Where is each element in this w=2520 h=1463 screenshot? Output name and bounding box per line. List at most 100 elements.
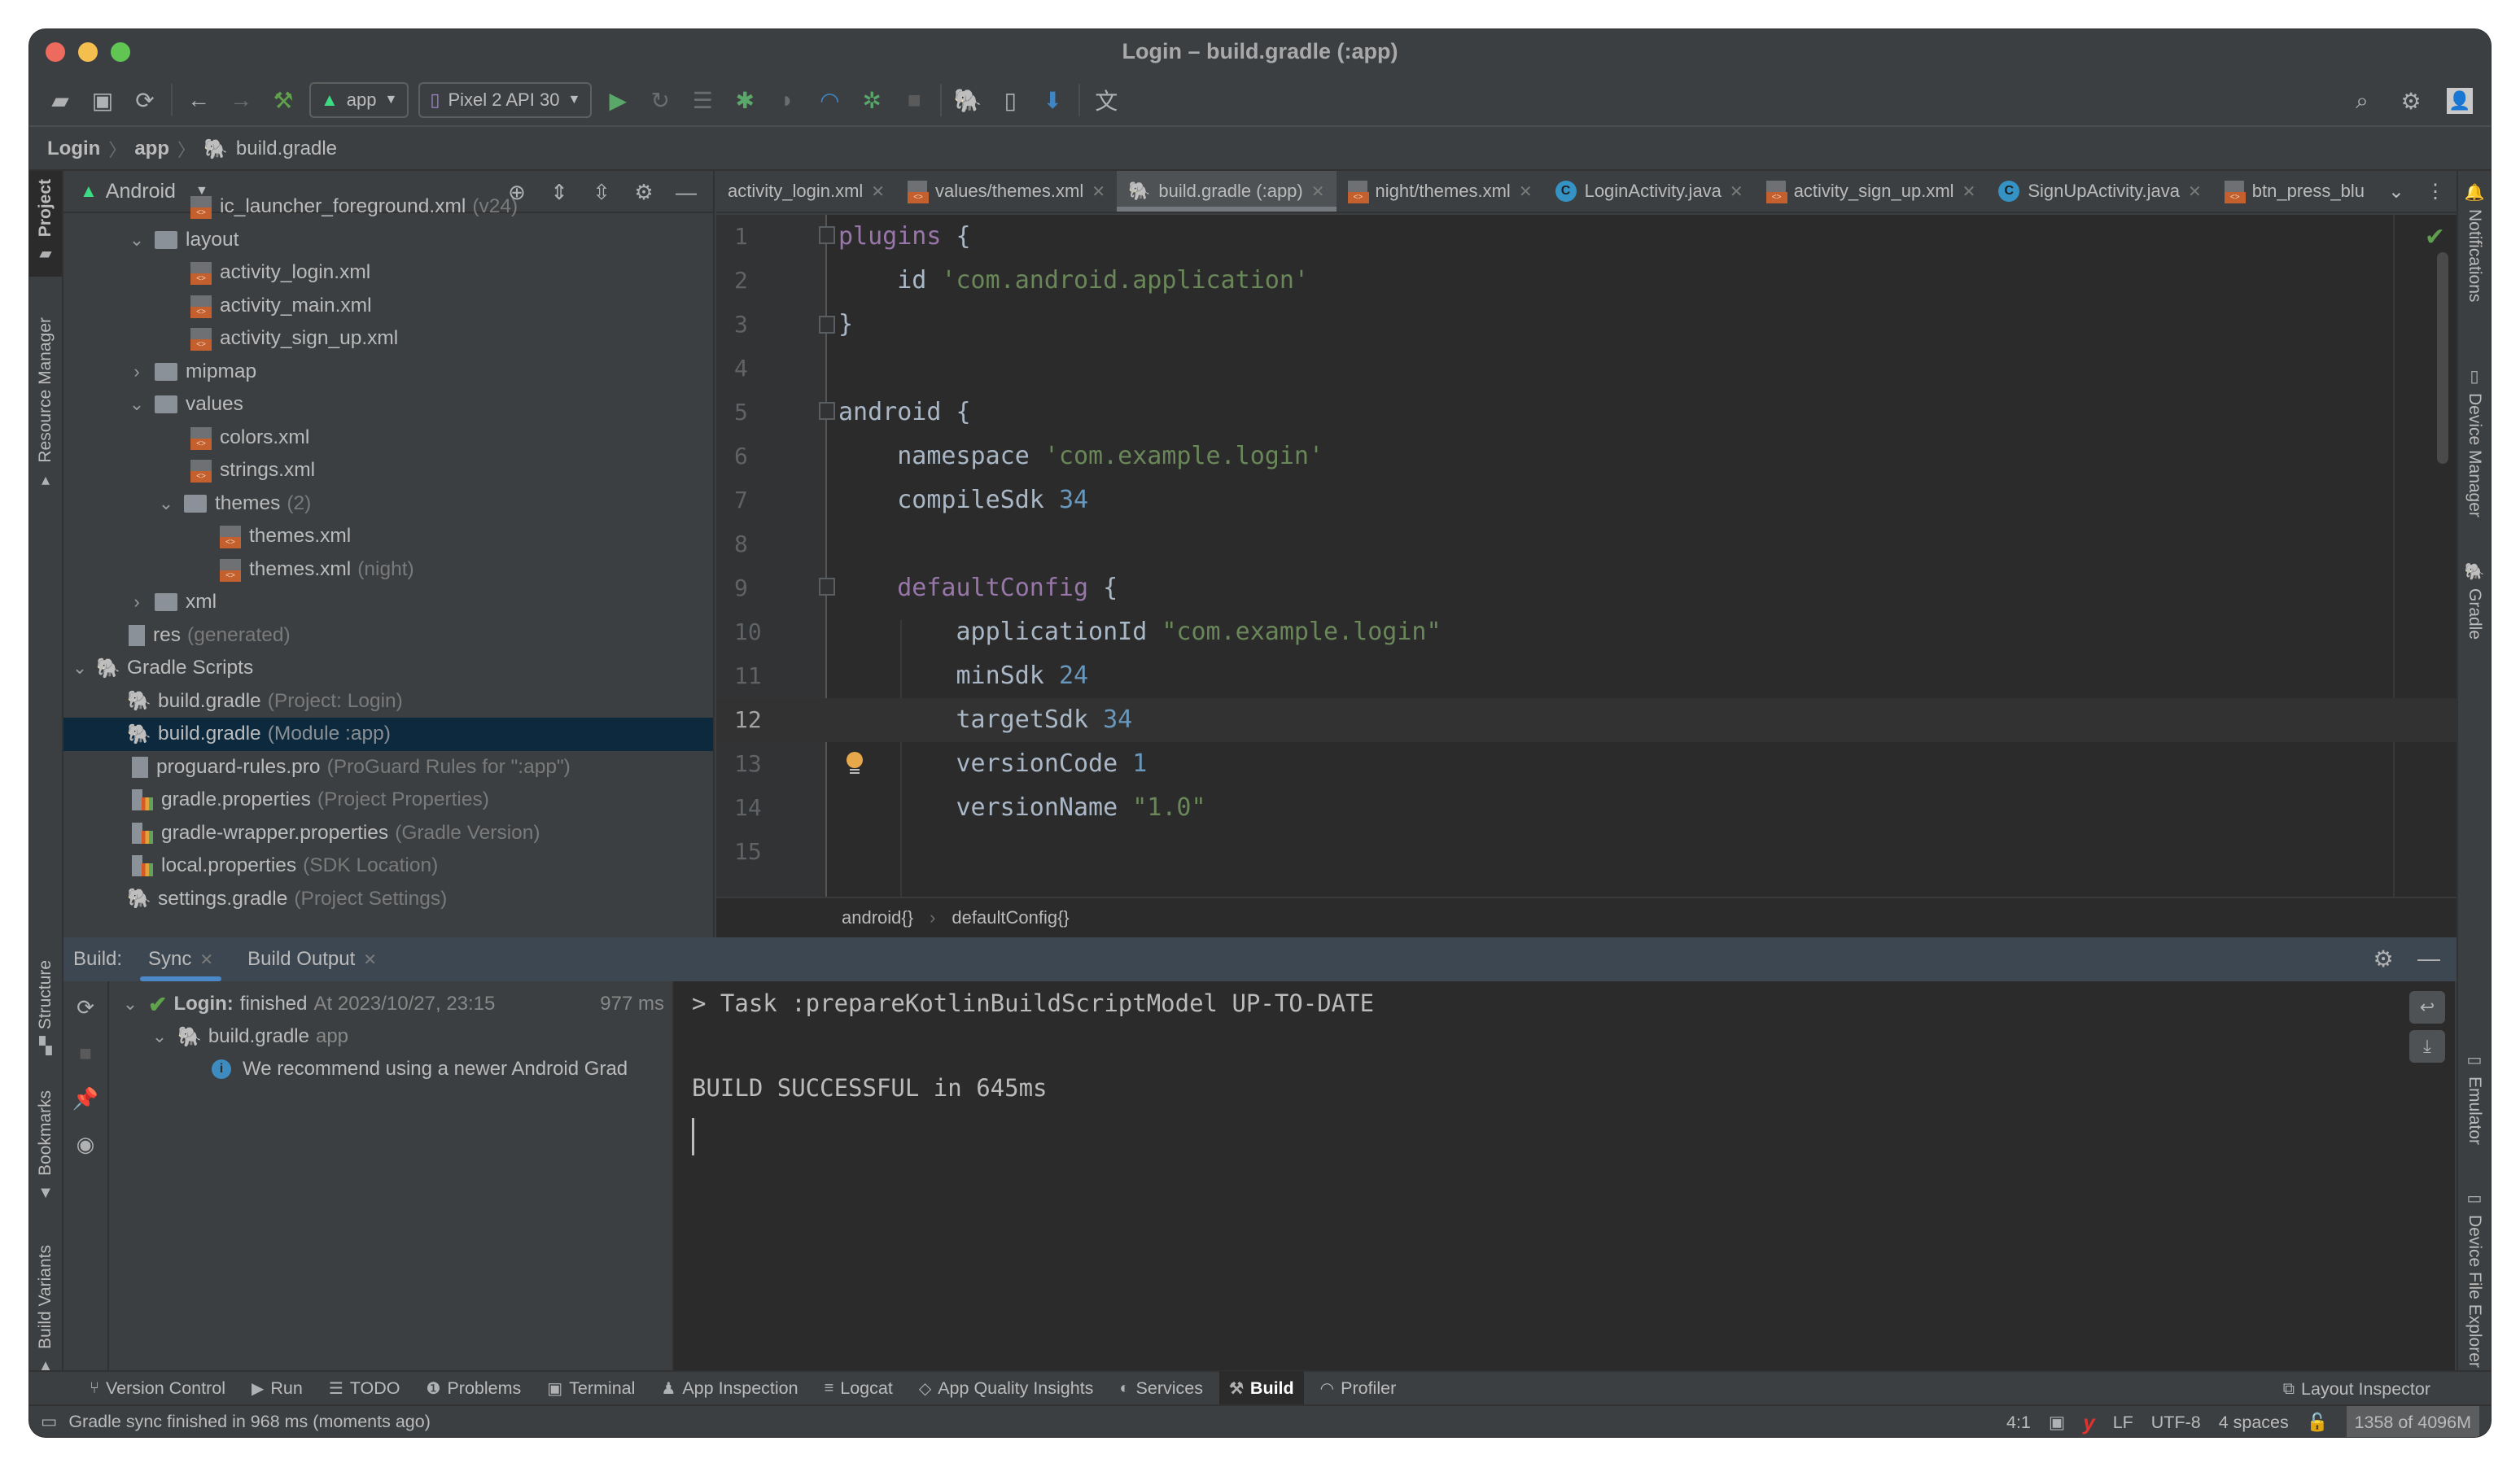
close-tab-icon[interactable]: ✕ [1092,181,1105,202]
tool-window-terminal[interactable]: ▣ Terminal [537,1371,645,1405]
tool-window-layout-inspector[interactable]: ⧉ Layout Inspector [2273,1372,2440,1406]
scroll-to-end-icon[interactable]: ⤓ [2409,1030,2445,1063]
editor-tab[interactable]: C SignUpActivity.java ✕ [1987,171,2212,212]
fold-icon[interactable] [819,402,835,420]
tool-window-problems[interactable]: ❶ Problems [417,1371,532,1405]
settings-icon[interactable]: ⚙ [2390,80,2432,122]
chevron-right-icon[interactable]: › [127,361,147,382]
tool-tab-bookmarks[interactable]: Bookmarks ▼ [29,1090,62,1202]
nav-crumb-project[interactable]: Login [47,138,100,160]
close-tab-icon[interactable]: ✕ [1962,181,1976,202]
no-problems-check-icon[interactable]: ✔ [2425,223,2445,251]
save-icon[interactable]: ▣ [81,79,124,121]
apply-code-changes-icon[interactable]: ☰ [681,79,724,121]
tree-item[interactable]: activity_sign_up.xml [63,322,713,356]
tree-item[interactable]: gradle.properties (Project Properties) [63,784,713,817]
inspections-icon[interactable]: ▣ [2049,1413,2065,1433]
device-manager-icon[interactable]: ▯ [989,79,1031,121]
fold-icon[interactable] [819,578,835,596]
back-icon[interactable]: ← [177,79,220,121]
build-console-output[interactable]: > Task :prepareKotlinBuildScriptModel UP… [672,981,2455,1370]
tree-item[interactable]: themes.xml (night) [63,553,713,587]
soft-wrap-icon[interactable]: ↩ [2409,991,2445,1024]
run-config-selector[interactable]: ▲ app ▼ [309,82,409,118]
tree-item[interactable]: local.properties (SDK Location) [63,849,713,883]
fold-icon[interactable] [819,316,835,334]
tree-item[interactable]: res (generated) [63,619,713,653]
editor-tab[interactable]: C LoginActivity.java ✕ [1544,171,1755,212]
tree-folder[interactable]: ⌄ 🐘 Gradle Scripts [63,652,713,685]
profile-icon[interactable]: ◠ [808,79,851,121]
fold-icon[interactable] [819,226,835,244]
tool-tab-device-file-explorer[interactable]: ▭ Device File Explorer [2458,1188,2491,1368]
build-tree-child[interactable]: ⌄ 🐘 build.gradle app [111,1020,671,1053]
stop-icon[interactable]: ■ [69,1038,102,1068]
indent-setting[interactable]: 4 spaces [2219,1413,2289,1433]
close-tab-icon[interactable]: ✕ [1519,181,1533,202]
editor-tab[interactable]: activity_login.xml ✕ [716,171,896,212]
tool-window-version-control[interactable]: ⑂ Version Control [80,1371,235,1405]
tool-window-profiler[interactable]: ◠ Profiler [1310,1371,1407,1405]
tree-folder[interactable]: › xml [63,586,713,619]
run-icon[interactable]: ▶ [597,79,639,121]
tree-item[interactable]: 🐘 build.gradle (Project: Login) [63,685,713,718]
editor-tab[interactable]: night/themes.xml ✕ [1337,171,1544,212]
resync-icon[interactable]: ⟳ [69,993,102,1022]
editor-scrollbar[interactable] [2437,252,2448,464]
close-tab-icon[interactable]: ✕ [2188,181,2202,202]
caret-position[interactable]: 4:1 [2006,1413,2031,1433]
tree-item[interactable]: activity_main.xml [63,290,713,323]
tool-tab-resource-manager[interactable]: Resource Manager ▴ [29,317,62,489]
tree-item[interactable]: themes.xml [63,520,713,553]
toggle-tool-windows-icon[interactable]: ▭ [41,1412,57,1432]
chevron-down-icon[interactable]: ⌄ [156,493,176,514]
tool-tab-build-variants[interactable]: Build Variants ▲ [29,1245,62,1375]
nav-crumb-file[interactable]: build.gradle [236,138,337,160]
close-tab-icon[interactable]: ✕ [363,950,377,970]
debug-icon[interactable]: ✱ [724,79,766,121]
lock-icon[interactable]: 🔓 [2307,1413,2329,1433]
apply-changes-icon[interactable]: ↻ [639,79,681,121]
tool-window-app-quality-insights[interactable]: ◇ App Quality Insights [909,1371,1104,1405]
tool-tab-structure[interactable]: Structure ▚ [29,960,62,1055]
tool-tab-notifications[interactable]: 🔔 Notifications [2458,182,2491,302]
search-icon[interactable]: ⌕ [2341,80,2383,122]
editor-tab[interactable]: activity_sign_up.xml ✕ [1755,171,1988,212]
open-folder-icon[interactable]: ▰ [39,79,81,121]
hide-panel-icon[interactable]: — [2414,944,2443,973]
tool-window-build[interactable]: ⚒ Build [1218,1371,1304,1405]
sync-icon[interactable]: ⟳ [124,79,166,121]
make-project-icon[interactable]: ⚒ [262,79,304,121]
tree-item[interactable]: activity_login.xml [63,256,713,290]
settings-icon[interactable]: ⚙ [2369,944,2398,973]
tree-item[interactable]: colors.xml [63,421,713,455]
sdk-manager-icon[interactable]: ⬇ [1031,79,1074,121]
more-options-icon[interactable]: ⋮ [2426,180,2445,203]
chevron-down-icon[interactable]: ⌄ [120,994,140,1015]
file-encoding[interactable]: UTF-8 [2151,1413,2201,1433]
close-tab-icon[interactable]: ✕ [1730,181,1743,202]
tree-item[interactable]: proguard-rules.pro (ProGuard Rules for "… [63,751,713,784]
tool-tab-project[interactable]: Project ▰ [29,171,62,277]
tree-folder[interactable]: ⌄ themes (2) [63,487,713,521]
build-tab-sync[interactable]: Sync ✕ [140,937,222,981]
stop-icon[interactable]: ■ [893,79,935,121]
run-coverage-icon[interactable]: ◗ [766,79,808,121]
line-separator[interactable]: LF [2113,1413,2133,1433]
tool-window-logcat[interactable]: ≡ Logcat [815,1371,903,1405]
tool-tab-gradle[interactable]: 🐘 Gradle [2458,561,2491,640]
code-editor[interactable]: 1 plugins { 2 id 'com.android.applicatio… [716,215,2457,897]
editor-tab[interactable]: btn_press_blu [2213,171,2376,212]
tool-window-app-inspection[interactable]: ♟ App Inspection [651,1371,807,1405]
status-message[interactable]: Gradle sync finished in 968 ms (moments … [68,1412,431,1432]
tree-item[interactable]: ic_launcher_foreground.xml (v24) [63,190,713,224]
attach-debugger-icon[interactable]: ✲ [851,79,893,121]
chevron-down-icon[interactable]: ⌄ [70,657,90,679]
tool-window-run[interactable]: ▶ Run [242,1371,313,1405]
tool-tab-device-manager[interactable]: ▯ Device Manager [2458,366,2491,518]
chevron-down-icon[interactable]: ⌄ [127,229,147,251]
close-tab-icon[interactable]: ✕ [199,950,213,970]
sync-gradle-icon[interactable]: 🐘 [947,79,989,121]
close-tab-icon[interactable]: ✕ [871,181,885,202]
pin-icon[interactable]: 📌 [69,1084,102,1113]
